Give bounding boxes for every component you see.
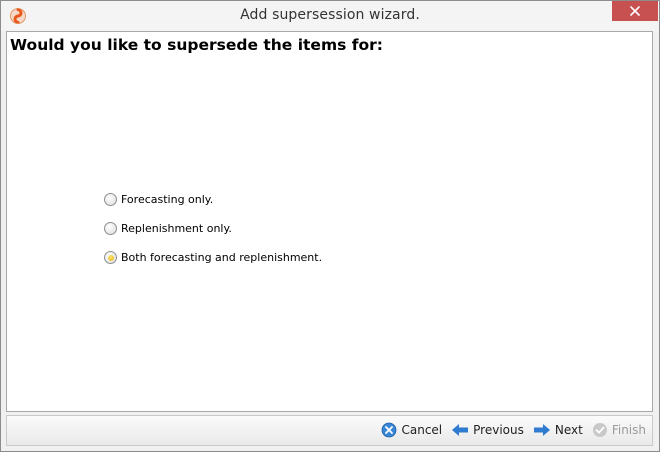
previous-label: Previous	[473, 423, 524, 437]
page-heading: Would you like to supersede the items fo…	[10, 36, 383, 54]
cancel-label: Cancel	[401, 423, 443, 437]
cancel-button[interactable]: Cancel	[381, 422, 442, 438]
radio-selected-dot	[107, 254, 114, 261]
option-forecasting-only[interactable]: Forecasting only.	[104, 185, 322, 214]
close-button[interactable]	[612, 1, 658, 21]
radio-button[interactable]	[104, 193, 117, 206]
window-title: Add supersession wizard.	[240, 7, 420, 23]
title-bar[interactable]: Add supersession wizard.	[1, 1, 659, 31]
next-button[interactable]: Next	[533, 423, 583, 437]
option-both[interactable]: Both forecasting and replenishment.	[104, 243, 322, 272]
arrow-left-icon	[452, 424, 469, 436]
option-label: Replenishment only.	[121, 222, 232, 235]
finish-label: Finish	[611, 423, 646, 437]
arrow-right-icon	[533, 424, 550, 436]
wizard-window: Add supersession wizard. Would you like …	[0, 0, 660, 452]
option-replenishment-only[interactable]: Replenishment only.	[104, 214, 322, 243]
option-label: Both forecasting and replenishment.	[121, 251, 323, 264]
wizard-footer: Cancel Previous Next Finish	[6, 415, 653, 446]
check-icon	[592, 423, 607, 437]
wizard-content-panel: Would you like to supersede the items fo…	[6, 31, 653, 412]
supersede-options-group: Forecasting only. Replenishment only. Bo…	[104, 185, 322, 272]
finish-button[interactable]: Finish	[592, 422, 646, 438]
close-icon	[630, 6, 640, 16]
previous-button[interactable]: Previous	[451, 423, 524, 437]
option-label: Forecasting only.	[121, 193, 214, 206]
cancel-icon	[382, 422, 397, 438]
radio-button-selected[interactable]	[104, 251, 117, 264]
next-label: Next	[554, 423, 583, 437]
footer-buttons: Cancel Previous Next Finish	[372, 422, 646, 438]
radio-button[interactable]	[104, 222, 117, 235]
